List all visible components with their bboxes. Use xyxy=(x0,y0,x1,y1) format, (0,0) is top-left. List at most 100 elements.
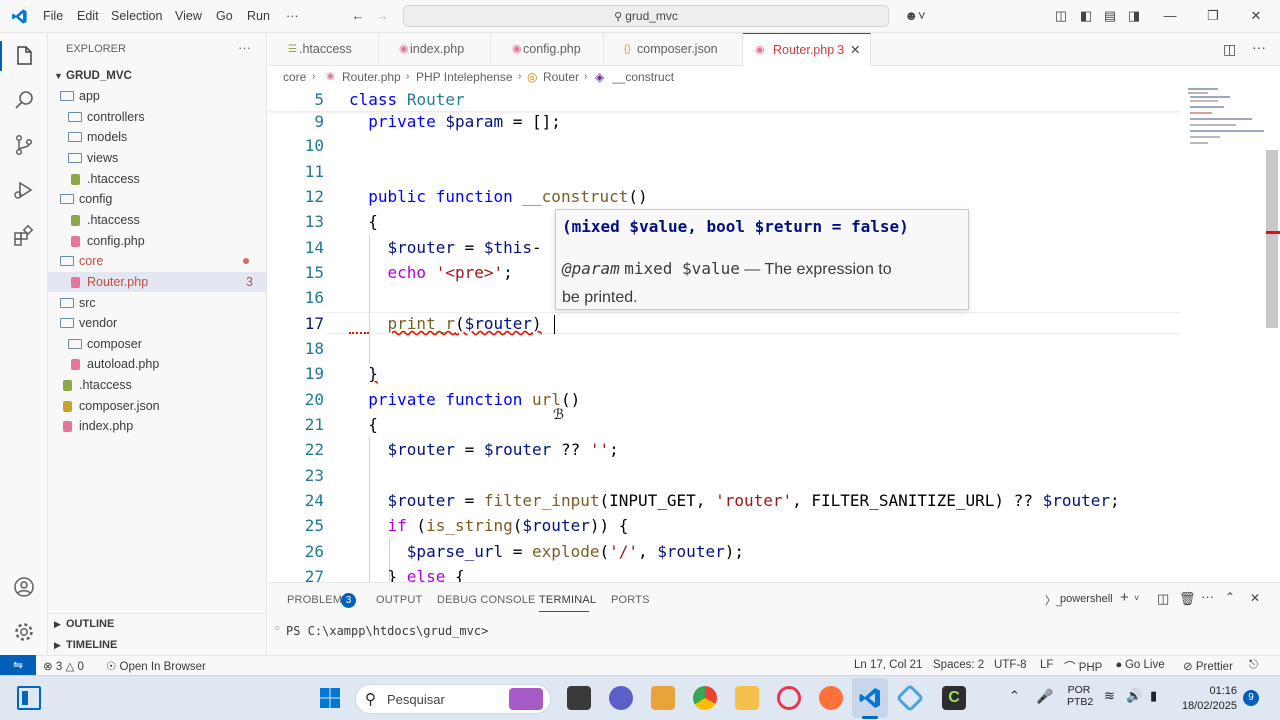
tree-folder[interactable]: controllers xyxy=(48,107,267,127)
breadcrumb-core[interactable]: core xyxy=(283,66,306,88)
tree-file[interactable]: Router.php 3 xyxy=(48,271,267,292)
breadcrumb-class[interactable]: Router xyxy=(543,66,579,88)
opera-icon[interactable] xyxy=(777,686,801,710)
tree-file[interactable]: config.php xyxy=(48,231,267,251)
tree-file[interactable]: autoload.php xyxy=(48,354,267,374)
microphone-icon[interactable]: 🎤 xyxy=(1036,688,1053,705)
tree-folder[interactable]: vendor xyxy=(48,313,267,333)
tab-config-php[interactable]: ◉ config.php xyxy=(491,33,604,66)
account-icon[interactable] xyxy=(12,575,36,599)
tab-output[interactable]: OUTPUT xyxy=(376,594,422,606)
settings-gear-icon[interactable] xyxy=(12,620,36,644)
battery-icon[interactable]: ▮ xyxy=(1150,688,1157,704)
breadcrumb-language[interactable]: PHP Intelephense xyxy=(416,66,513,88)
taskbar-search[interactable]: ⚲ Pesquisar xyxy=(355,684,551,714)
toggle-sidebar-icon[interactable]: ◧ xyxy=(1078,8,1094,24)
clock[interactable]: 01:16 18/02/2025 xyxy=(1175,684,1237,714)
cursor-position[interactable]: Ln 17, Col 21 xyxy=(854,659,922,671)
prettier[interactable]: ⊘ Prettier xyxy=(1183,659,1233,673)
open-in-browser[interactable]: ☉ Open In Browser xyxy=(106,659,206,673)
shell-name[interactable]: powershell xyxy=(1060,593,1113,605)
minimap[interactable] xyxy=(1180,88,1270,582)
chevron-up-icon[interactable]: ⌃ xyxy=(1009,688,1020,704)
menu-edit[interactable]: Edit xyxy=(77,9,99,23)
menu-go[interactable]: Go xyxy=(216,9,233,23)
app-icon[interactable] xyxy=(895,683,925,713)
notification-badge[interactable]: 9 xyxy=(1243,690,1259,706)
volume-icon[interactable]: 🔊 xyxy=(1126,688,1142,704)
customize-layout-icon[interactable]: ◫ xyxy=(1053,8,1069,24)
chevron-down-icon[interactable]: ˅ xyxy=(1134,593,1139,603)
task-view-icon[interactable] xyxy=(567,686,591,710)
menu-more[interactable]: ··· xyxy=(286,9,299,23)
indentation[interactable]: Spaces: 2 xyxy=(933,659,984,671)
breadcrumb-method[interactable]: __construct xyxy=(612,66,674,88)
more-actions-icon[interactable]: ··· xyxy=(1252,39,1266,55)
wifi-icon[interactable]: ≋ xyxy=(1104,688,1115,704)
explorer-icon[interactable] xyxy=(12,44,36,68)
tab-ports[interactable]: PORTS xyxy=(611,594,650,606)
tab-debug-console[interactable]: DEBUG CONSOLE xyxy=(437,594,536,606)
language-indicator[interactable]: POR PTB2 xyxy=(1067,684,1093,708)
tree-folder[interactable]: src xyxy=(48,293,267,313)
line-ending[interactable]: LF xyxy=(1040,659,1053,671)
menu-run[interactable]: Run xyxy=(247,9,270,23)
show-desktop-icon[interactable] xyxy=(17,686,41,710)
editor-scrollbar[interactable] xyxy=(1266,150,1278,328)
maximize-panel-icon[interactable]: ⌃ xyxy=(1225,590,1235,604)
toggle-secondary-sidebar-icon[interactable]: ◨ xyxy=(1126,8,1142,24)
run-debug-icon[interactable] xyxy=(12,178,36,202)
split-editor-icon[interactable]: ◫ xyxy=(1223,41,1236,58)
menu-selection[interactable]: Selection xyxy=(111,9,162,23)
windows-start-icon[interactable] xyxy=(318,686,342,710)
code-editor[interactable]: 5 9 10 11 12 13 14 15 16 17 18 19 20 21 22 23 24 25 26 27 c… xyxy=(268,88,1280,582)
split-terminal-icon[interactable]: ◫ xyxy=(1157,591,1169,607)
firefox-icon[interactable] xyxy=(819,686,843,710)
chrome-icon[interactable] xyxy=(693,686,717,710)
tree-folder[interactable]: views xyxy=(48,148,267,168)
copilot-icon[interactable]: ☻˅ xyxy=(902,8,928,24)
tree-folder[interactable]: config xyxy=(48,189,267,209)
restore-icon[interactable]: ❐ xyxy=(1205,8,1221,24)
tree-folder[interactable]: core xyxy=(48,251,267,271)
go-live[interactable]: ⦁ Go Live xyxy=(1116,659,1165,672)
notifications-bell-icon[interactable]: ⎋ xyxy=(1249,659,1258,672)
menu-file[interactable]: File xyxy=(43,9,63,23)
tab-composer-json[interactable]: {} composer.json xyxy=(604,33,743,66)
breadcrumb-file[interactable]: Router.php xyxy=(342,66,401,88)
tab-terminal[interactable]: TERMINAL xyxy=(539,594,596,606)
search-icon[interactable] xyxy=(12,88,36,112)
tab-router-php[interactable]: ◉ Router.php 3 ✕ xyxy=(743,33,871,66)
terminal-app-icon[interactable]: C xyxy=(942,686,966,710)
tree-file[interactable]: .htaccess xyxy=(48,375,267,395)
trash-icon[interactable]: 🗑 xyxy=(1179,591,1196,607)
tree-file[interactable]: .htaccess xyxy=(48,169,267,189)
toggle-panel-icon[interactable]: ▤ xyxy=(1102,8,1118,24)
source-control-icon[interactable] xyxy=(12,133,36,157)
tab-htaccess[interactable]: ☰ .htaccess xyxy=(268,33,379,66)
encoding[interactable]: UTF-8 xyxy=(994,659,1027,671)
close-panel-icon[interactable]: ✕ xyxy=(1250,591,1260,605)
tree-folder[interactable]: app xyxy=(48,86,267,106)
command-center-search[interactable]: ⚲ grud_mvc xyxy=(403,5,889,27)
extensions-icon[interactable] xyxy=(12,224,36,248)
new-terminal-icon[interactable]: + xyxy=(1120,589,1129,606)
forward-arrow-icon[interactable]: → xyxy=(374,8,390,24)
vscode-taskbar-icon[interactable] xyxy=(858,686,882,710)
more-actions-icon[interactable]: ··· xyxy=(1201,589,1214,604)
remote-icon[interactable]: ⇋ xyxy=(0,655,36,676)
outline-section[interactable]: ▶ OUTLINE xyxy=(48,614,267,634)
timeline-section[interactable]: ▶ TIMELINE xyxy=(48,635,267,655)
tree-file[interactable]: index.php xyxy=(48,416,267,436)
teams-icon[interactable] xyxy=(609,686,633,710)
sublime-icon[interactable] xyxy=(651,686,675,710)
language-mode[interactable]: ⌒ PHP xyxy=(1064,659,1102,675)
terminal-prompt[interactable]: PS C:\xampp\htdocs\grud_mvc> xyxy=(286,624,488,638)
back-arrow-icon[interactable]: ← xyxy=(350,8,366,24)
tree-file[interactable]: composer.json xyxy=(48,396,267,416)
file-explorer-icon[interactable] xyxy=(735,686,759,710)
menu-view[interactable]: View xyxy=(175,9,202,23)
errors-warnings[interactable]: ⊗ 3 △ 0 xyxy=(43,659,84,673)
tree-folder[interactable]: models xyxy=(48,127,267,147)
minimize-icon[interactable]: — xyxy=(1162,8,1178,24)
